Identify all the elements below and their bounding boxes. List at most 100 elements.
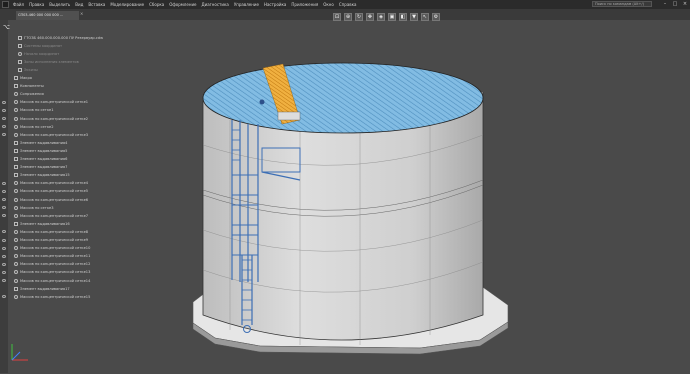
tree-item[interactable]: Массив по концентрической сетке2	[14, 115, 88, 122]
visibility-eye-icon[interactable]	[2, 262, 6, 266]
tree-item-label: Элемент выдавливания5	[20, 148, 68, 153]
visibility-eye-icon[interactable]	[2, 206, 6, 210]
menu-item[interactable]: Сборка	[149, 2, 164, 7]
tree-item[interactable]: Элемент выдавливания6	[14, 156, 67, 163]
tree-item-label: Массив по концентрической сетке2	[20, 116, 89, 121]
tree-item-label: Системы координат	[24, 43, 63, 48]
tree-item[interactable]: Массив по концентрической сетке7	[14, 212, 88, 219]
feature-icon	[14, 100, 18, 105]
menu-item[interactable]: Выделить	[49, 2, 70, 7]
visibility-eye-icon[interactable]	[2, 133, 6, 137]
tree-item[interactable]: Массив по концентрической сетке12	[14, 261, 90, 268]
visibility-eye-icon[interactable]	[2, 181, 6, 185]
tree-item[interactable]: Массив по концентрической сетке4	[14, 180, 88, 187]
menu-item[interactable]: Вид	[75, 2, 83, 7]
tree-item[interactable]: ГТОЗБ 460.000.000.000 ПУ Резервуар.cdw	[18, 34, 103, 41]
tree-item[interactable]: Массив по концентрической сетке3	[14, 131, 88, 138]
tree-item[interactable]: Элемент выдавливания5	[14, 147, 67, 154]
menu-item[interactable]: Правка	[29, 2, 44, 7]
close-icon[interactable]: ×	[680, 0, 690, 9]
tree-item[interactable]: Макро	[14, 75, 32, 82]
visibility-eye-icon[interactable]	[2, 108, 6, 112]
menu-item[interactable]: Файл	[13, 2, 24, 7]
menu-item[interactable]: Вставка	[88, 2, 105, 7]
tree-item[interactable]: Массив по сетке1	[14, 107, 54, 114]
tree-item[interactable]: Массив по концентрической сетке15	[14, 293, 90, 300]
tree-item[interactable]: Элемент выдавливания7	[14, 164, 67, 171]
tree-item[interactable]: Массив по концентрической сетке14	[14, 277, 90, 284]
component-icon	[14, 165, 18, 170]
visibility-eye-icon[interactable]	[2, 100, 6, 104]
visibility-eye-icon[interactable]	[2, 246, 6, 250]
visibility-eye-icon[interactable]	[2, 125, 6, 129]
feature-icon	[14, 246, 18, 251]
visibility-eye-icon[interactable]	[2, 238, 6, 242]
tree-item[interactable]: Массив по концентрической сетке5	[14, 188, 88, 195]
tree-item[interactable]: Массив по концентрической сетке8	[14, 228, 88, 235]
tree-item-label: Элемент выдавливания17	[20, 286, 70, 291]
tree-item[interactable]: Начало координат	[18, 50, 59, 57]
tree-item[interactable]: Элемент выдавливания15	[14, 172, 70, 179]
document-tab[interactable]: СП03-460 000 000 000 ...	[16, 11, 79, 20]
feature-icon	[14, 132, 18, 137]
tree-item[interactable]: Массив по концентрической сетке1	[14, 99, 88, 106]
menu-item[interactable]: Диагностика	[202, 2, 229, 7]
feature-icon	[14, 294, 18, 299]
visibility-eye-icon[interactable]	[2, 230, 6, 234]
visibility-eye-icon[interactable]	[2, 189, 6, 193]
feature-icon	[14, 197, 18, 202]
tree-item-label: ГТОЗБ 460.000.000.000 ПУ Резервуар.cdw	[24, 35, 104, 40]
tree-item-label: Массив по сетке2	[20, 124, 54, 129]
tree-item[interactable]: Элемент выдавливания16	[14, 220, 70, 227]
axis-triad-icon	[8, 340, 32, 364]
tree-item[interactable]: Массив по концентрической сетке10	[14, 245, 90, 252]
feature-icon	[14, 229, 18, 234]
tree-item[interactable]: Эскизы	[18, 66, 38, 73]
tab-close-icon[interactable]: ×	[80, 11, 83, 16]
component-icon	[14, 76, 18, 80]
feature-icon	[14, 116, 18, 121]
menu-item[interactable]: Оформление	[169, 2, 196, 7]
model-tree: ГТОЗБ 460.000.000.000 ПУ Резервуар.cdw Си…	[0, 20, 110, 373]
tree-item[interactable]: Массив по концентрической сетке13	[14, 269, 90, 276]
visibility-eye-icon[interactable]	[2, 214, 6, 218]
tree-item-label: Массив по концентрической сетке9	[20, 238, 89, 242]
tree-item[interactable]: Массив по сетке3	[14, 204, 54, 211]
tree-item-label: Элемент выдавливания16	[20, 221, 70, 226]
tree-item[interactable]: Элемент выдавливания4	[14, 139, 67, 146]
tree-item[interactable]: Элемент выдавливания17	[14, 285, 70, 292]
main-menu: Файл Правка Выделить Вид Вставка Моделировани…	[13, 2, 357, 7]
menu-item[interactable]: Настройка	[264, 2, 286, 7]
visibility-eye-icon[interactable]	[2, 270, 6, 274]
feature-icon	[14, 238, 18, 242]
tree-item[interactable]: Массив по сетке2	[14, 123, 54, 130]
tree-item[interactable]: Массив по концентрической сетке11	[14, 253, 90, 260]
minimize-icon[interactable]: –	[660, 0, 670, 9]
menu-item[interactable]: Моделирование	[110, 2, 144, 7]
tree-item[interactable]: Зоны исполнения элементов	[18, 58, 79, 65]
component-icon	[14, 221, 18, 226]
visibility-eye-icon[interactable]	[2, 198, 6, 201]
tree-item[interactable]: Массив по концентрической сетке6	[14, 196, 88, 203]
tree-item-label: Элемент выдавливания15	[20, 173, 70, 178]
tree-item[interactable]: Сопряжения	[14, 91, 44, 98]
menu-item[interactable]: Справка	[339, 2, 357, 7]
visibility-eye-icon[interactable]	[2, 279, 6, 282]
menu-item[interactable]: Управление	[234, 2, 259, 7]
component-icon	[18, 43, 22, 48]
feature-icon	[14, 108, 18, 113]
tree-item[interactable]: Системы координат	[18, 42, 62, 49]
menu-item[interactable]: Приложения	[291, 2, 318, 7]
visibility-eye-icon[interactable]	[2, 295, 6, 299]
maximize-icon[interactable]: □	[670, 0, 680, 9]
tree-item-label: Сопряжения	[20, 92, 44, 97]
component-icon	[18, 35, 22, 40]
component-icon	[14, 140, 18, 145]
menu-item[interactable]: Окно	[323, 2, 334, 7]
command-search-input[interactable]: Поиск по командам (Alt+/)	[592, 1, 652, 7]
visibility-eye-icon[interactable]	[2, 254, 6, 258]
tree-item[interactable]: Компоненты	[14, 83, 44, 90]
tree-item[interactable]: Массив по концентрической сетке9	[14, 237, 88, 244]
tree-item-label: Элемент выдавливания6	[20, 157, 68, 161]
visibility-eye-icon[interactable]	[2, 117, 6, 120]
